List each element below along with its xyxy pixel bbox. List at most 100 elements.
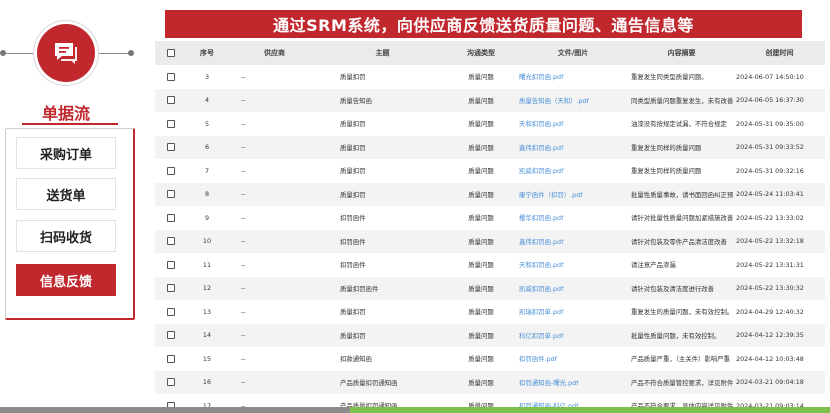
row-checkbox[interactable]	[155, 213, 187, 222]
nav-label: 送货单	[46, 188, 86, 204]
table-row[interactable]: 3 -- 质量扣罚 质量问题 曙光扣罚函.pdf 重复发生同类型质量问题。 2024-06-…	[155, 65, 825, 89]
nav-purchase-order[interactable]: 采购订单	[16, 137, 116, 169]
row-type: 质量问题	[468, 73, 494, 82]
row-type: 质量问题	[468, 190, 494, 199]
row-type: 质量问题	[468, 167, 494, 176]
select-all-checkbox[interactable]	[155, 49, 187, 57]
row-subject: 质量告知函	[340, 96, 372, 105]
row-no: 11	[202, 260, 212, 269]
header-no[interactable]: 序号	[187, 48, 227, 58]
row-created: 2024-04-12 12:39:35	[736, 331, 804, 340]
row-summary: 重复发生同类型质量问题。	[631, 73, 708, 82]
row-created: 2024-05-31 09:32:16	[736, 166, 804, 175]
row-file-link[interactable]: 科亿扣罚单.pdf	[517, 331, 629, 340]
row-checkbox[interactable]	[155, 260, 187, 269]
header-summary[interactable]: 内容摘要	[629, 48, 734, 58]
row-type: 质量问题	[468, 308, 494, 317]
row-file-link[interactable]: 康宁函件（扣罚）.pdf	[517, 190, 629, 199]
header-created[interactable]: 创建时间	[734, 48, 825, 58]
row-summary: 请针对批量性质量问题加紧措施改善	[631, 214, 734, 223]
nav-info-feedback[interactable]: 信息反馈	[16, 264, 116, 296]
row-supplier: --	[241, 72, 246, 81]
row-subject: 质量扣罚	[340, 167, 366, 176]
table-row[interactable]: 14 -- 质量扣罚 质量问题 科亿扣罚单.pdf 批量性质量问题，未有效控制。 2024-…	[155, 323, 825, 347]
row-created: 2024-04-12 10:03:48	[736, 354, 804, 363]
row-created: 2024-06-05 16:37:30	[736, 96, 804, 105]
row-subject: 质量扣罚	[340, 308, 366, 317]
row-checkbox[interactable]	[155, 378, 187, 387]
table-row[interactable]: 6 -- 质量扣罚 质量问题 鑫伟扣罚函.pdf 重复发生同样的质量问题 2024-05-3…	[155, 135, 825, 159]
nav-label: 采购订单	[39, 147, 92, 163]
header-subject[interactable]: 主题	[322, 48, 445, 58]
row-checkbox[interactable]	[155, 166, 187, 175]
row-subject: 质量扣罚	[340, 73, 366, 82]
table-row[interactable]: 15 -- 扣款通知函 质量问题 扣罚函件.pdf 产品质量严重，（主关件）影响严重 202…	[155, 347, 825, 371]
row-supplier: --	[241, 96, 246, 105]
table-row[interactable]: 13 -- 质量扣罚 质量问题 凯瑞扣罚单.pdf 重复发生的质量问题，未有效控制。 202…	[155, 300, 825, 324]
row-checkbox[interactable]	[155, 354, 187, 363]
row-no: 7	[204, 166, 210, 175]
banner-title: 通过SRM系统，向供应商反馈送货质量问题、通告信息等	[273, 16, 694, 35]
header-type[interactable]: 沟通类型	[445, 48, 517, 58]
row-file-link[interactable]: 曙光扣罚函.pdf	[517, 72, 629, 81]
row-checkbox[interactable]	[155, 119, 187, 128]
row-supplier: --	[241, 331, 246, 340]
table-row[interactable]: 16 -- 产品质量扣罚通知函 质量问题 扣罚通知函-曙光.pdf 产品不符合质量管控要求…	[155, 370, 825, 394]
table-row[interactable]: 4 -- 质量告知函 质量问题 质量告知函（天和）.pdf 同类型质量问题重复发生，未有改…	[155, 88, 825, 112]
row-summary: 批量性质量问题，未有效控制。	[631, 331, 721, 340]
row-checkbox[interactable]	[155, 72, 187, 81]
row-supplier: --	[241, 260, 246, 269]
connector-line-right	[96, 53, 132, 54]
row-created: 2024-05-22 13:32:18	[736, 237, 804, 246]
header-supplier[interactable]: 供应商	[227, 48, 322, 58]
table-row[interactable]: 11 -- 扣罚函件 质量问题 天和扣罚函.pdf 请注意产品渗漏 2024-05-22 1…	[155, 253, 825, 277]
row-file-link[interactable]: 天和扣罚函.pdf	[517, 119, 629, 128]
row-type: 质量问题	[468, 214, 494, 223]
table-header: 序号 供应商 主题 沟通类型 文件/图片 内容摘要 创建时间	[155, 41, 825, 65]
nav-label: 扫码收货	[39, 230, 92, 246]
header-file[interactable]: 文件/图片	[517, 48, 629, 58]
row-file-link[interactable]: 质量告知函（天和）.pdf	[517, 96, 629, 105]
row-no: 8	[204, 190, 210, 199]
table-row[interactable]: 12 -- 质量扣罚函件 质量问题 凯威扣罚函.pdf 请针对包装及清洁度进行改善 2024…	[155, 276, 825, 300]
nav-label: 信息反馈	[39, 274, 92, 290]
row-file-link[interactable]: 扣罚函件.pdf	[517, 354, 629, 363]
row-file-link[interactable]: 扣罚通知函-曙光.pdf	[517, 378, 629, 387]
row-created: 2024-05-31 09:35:00	[736, 119, 804, 128]
row-created: 2024-04-29 12:40:32	[736, 307, 804, 316]
row-file-link[interactable]: 凯威扣罚函.pdf	[517, 166, 629, 175]
table-row[interactable]: 8 -- 质量扣罚 质量问题 康宁函件（扣罚）.pdf 批量性质量事故，请书面回函纠正预 2…	[155, 182, 825, 206]
row-no: 12	[202, 284, 212, 293]
row-created: 2024-05-24 11:03:41	[736, 190, 804, 199]
row-no: 14	[202, 331, 212, 340]
nav-scan-receive[interactable]: 扫码收货	[16, 220, 116, 252]
row-checkbox[interactable]	[155, 190, 187, 199]
table-row[interactable]: 9 -- 扣罚函件 质量问题 樱华扣罚函.pdf 请针对批量性质量问题加紧措施改善 2024…	[155, 206, 825, 230]
row-file-link[interactable]: 樱华扣罚函.pdf	[517, 213, 629, 222]
table-row[interactable]: 5 -- 质量扣罚 质量问题 天和扣罚函.pdf 油漆没有按规定试漏，不符合规定 2024-…	[155, 112, 825, 136]
row-checkbox[interactable]	[155, 96, 187, 105]
table-row[interactable]: 7 -- 质量扣罚 质量问题 凯威扣罚函.pdf 重复发生同样的质量问题 2024-05-3…	[155, 159, 825, 183]
row-subject: 产品质量扣罚通知函	[340, 378, 398, 387]
row-summary: 重复发生的质量问题，未有效控制。	[631, 308, 734, 317]
row-supplier: --	[241, 284, 246, 293]
row-checkbox[interactable]	[155, 284, 187, 293]
row-subject: 扣罚函件	[340, 214, 366, 223]
row-file-link[interactable]: 鑫伟扣罚函.pdf	[517, 237, 629, 246]
row-file-link[interactable]: 凯瑞扣罚单.pdf	[517, 307, 629, 316]
table-row[interactable]: 10 -- 扣罚函件 质量问题 鑫伟扣罚函.pdf 请针对包装及零件产品清洁度改善 2024…	[155, 229, 825, 253]
footer-strip-grey	[0, 407, 350, 413]
row-type: 质量问题	[468, 96, 494, 105]
row-file-link[interactable]: 凯威扣罚函.pdf	[517, 284, 629, 293]
row-checkbox[interactable]	[155, 143, 187, 152]
row-file-link[interactable]: 鑫伟扣罚函.pdf	[517, 143, 629, 152]
row-checkbox[interactable]	[155, 307, 187, 316]
row-supplier: --	[241, 378, 246, 387]
row-created: 2024-05-31 09:33:52	[736, 143, 804, 152]
nav-delivery-note[interactable]: 送货单	[16, 178, 116, 210]
row-created: 2024-03-21 09:04:18	[736, 378, 804, 387]
row-checkbox[interactable]	[155, 237, 187, 246]
row-checkbox[interactable]	[155, 331, 187, 340]
row-file-link[interactable]: 天和扣罚函.pdf	[517, 260, 629, 269]
row-supplier: --	[241, 213, 246, 222]
